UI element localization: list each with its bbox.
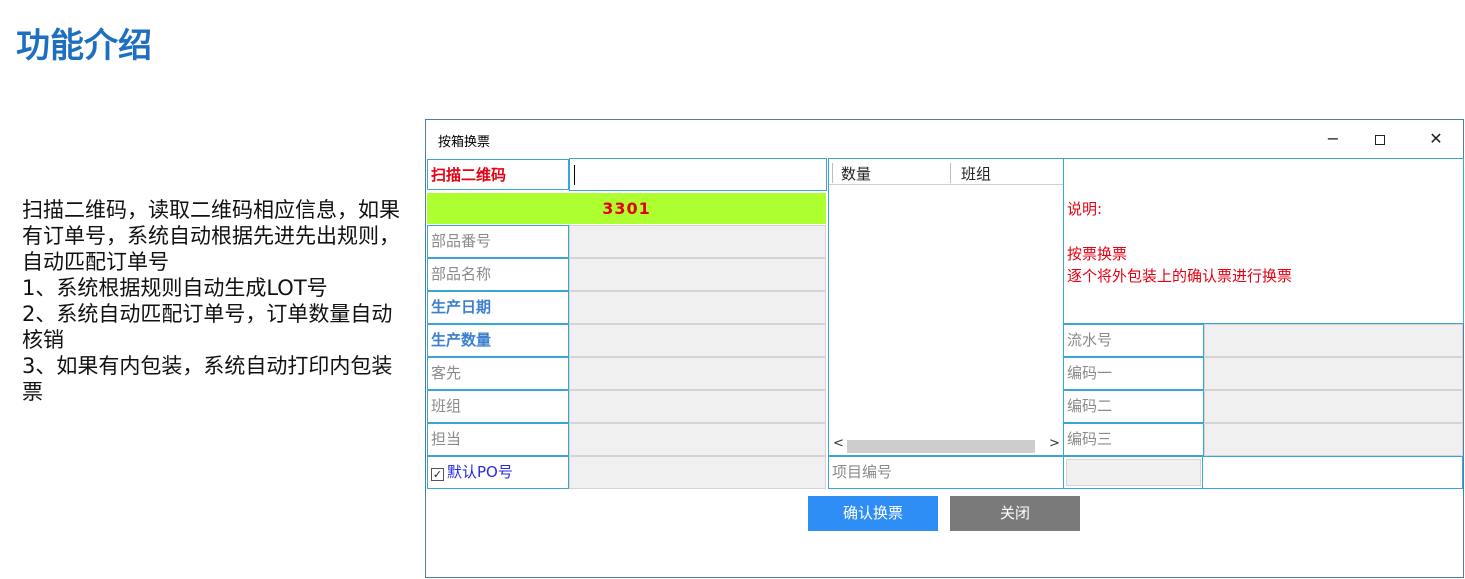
production-qty-label: 生产数量	[427, 324, 569, 357]
column-separator	[950, 163, 951, 183]
part-no-label: 部品番号	[427, 225, 569, 258]
horizontal-scrollbar[interactable]: < >	[829, 435, 1063, 455]
confirm-exchange-button[interactable]: 确认换票	[808, 496, 938, 531]
scroll-left-icon[interactable]: <	[833, 436, 844, 451]
part-no-field[interactable]	[569, 225, 826, 258]
window-title: 按箱换票	[438, 135, 491, 150]
default-po-checkbox[interactable]: ✓ 默认PO号	[427, 456, 569, 489]
default-po-label: 默认PO号	[447, 463, 513, 481]
customer-field[interactable]	[569, 357, 826, 390]
serial-field[interactable]	[1204, 324, 1463, 357]
checkbox-checked-icon: ✓	[431, 468, 444, 481]
scan-label: 扫描二维码	[427, 159, 569, 190]
list-header: 数量 班组	[829, 159, 1063, 185]
text-caret	[574, 165, 575, 185]
extra-cell-right	[1202, 456, 1463, 489]
default-po-field[interactable]	[569, 456, 826, 489]
description-line: 3、如果有内包装，系统自动打印内包装票	[22, 354, 393, 404]
minimize-button[interactable]: −	[1318, 126, 1348, 152]
code3-field[interactable]	[1204, 423, 1463, 456]
code1-label: 编码一	[1063, 357, 1204, 390]
column-header-team[interactable]: 班组	[961, 163, 991, 184]
code2-field[interactable]	[1204, 390, 1463, 423]
column-separator	[832, 163, 833, 183]
code3-label: 编码三	[1063, 423, 1204, 456]
close-button[interactable]: 关闭	[950, 496, 1080, 531]
maximize-button[interactable]	[1365, 126, 1395, 152]
scroll-right-icon[interactable]: >	[1049, 436, 1060, 451]
production-date-field[interactable]	[569, 291, 826, 324]
page-title: 功能介绍	[16, 26, 152, 66]
person-label: 担当	[427, 423, 569, 456]
extra-field[interactable]	[1066, 459, 1201, 486]
description: 扫描二维码，读取二维码相应信息，如果有订单号，系统自动根据先进先出规则，自动匹配…	[22, 197, 402, 405]
description-line: 扫描二维码，读取二维码相应信息，如果有订单号，系统自动根据先进先出规则，自动匹配…	[22, 198, 400, 274]
quantity-team-list[interactable]: 数量 班组 < >	[828, 158, 1064, 456]
title-bar: 按箱换票 − ✕	[426, 120, 1463, 158]
code2-label: 编码二	[1063, 390, 1204, 423]
production-qty-field[interactable]	[569, 324, 826, 357]
team-field[interactable]	[569, 390, 826, 423]
exchange-window: 按箱换票 − ✕ 扫描二维码 3301 部品番号 部品名称 生产日期 生产数量 …	[425, 119, 1464, 578]
scan-input[interactable]	[569, 158, 827, 191]
notes-line: 逐个将外包装上的确认票进行换票	[1067, 267, 1293, 285]
customer-label: 客先	[427, 357, 569, 390]
maximize-icon	[1375, 134, 1385, 145]
close-window-button[interactable]: ✕	[1421, 126, 1451, 152]
project-no-label: 项目编号	[828, 456, 1064, 489]
scroll-thumb[interactable]	[847, 440, 1035, 453]
description-line: 2、系统自动匹配订单号，订单数量自动核销	[22, 302, 393, 352]
column-header-quantity[interactable]: 数量	[841, 163, 871, 184]
notes-line: 按票换票	[1067, 245, 1128, 263]
description-line: 1、系统根据规则自动生成LOT号	[22, 276, 328, 300]
person-field[interactable]	[569, 423, 826, 456]
code1-field[interactable]	[1204, 357, 1463, 390]
production-date-label: 生产日期	[427, 291, 569, 324]
notes-heading: 说明:	[1067, 200, 1103, 218]
scanned-code-display: 3301	[427, 193, 826, 224]
notes-panel: 说明: 按票换票 逐个将外包装上的确认票进行换票	[1063, 158, 1464, 324]
team-label: 班组	[427, 390, 569, 423]
part-name-label: 部品名称	[427, 258, 569, 291]
part-name-field[interactable]	[569, 258, 826, 291]
serial-label: 流水号	[1063, 324, 1204, 357]
